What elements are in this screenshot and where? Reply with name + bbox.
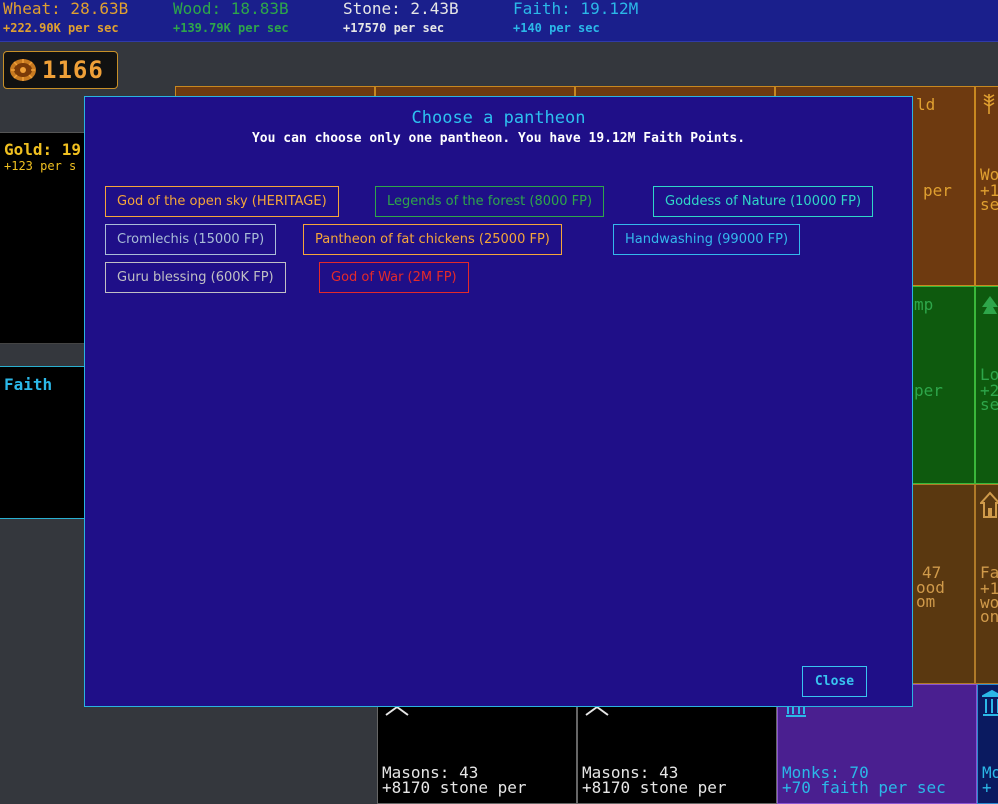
pantheon-option-war[interactable]: God of War (2M FP)	[319, 262, 469, 293]
building-card[interactable]: Fa +1 wo on	[975, 484, 998, 684]
resource-stone: Stone: 2.43B +17570 per sec	[343, 0, 459, 35]
resource-wood: Wood: 18.83B +139.79K per sec	[173, 0, 289, 35]
pantheon-option-nature[interactable]: Goddess of Nature (10000 FP)	[653, 186, 874, 217]
card-text: se	[980, 395, 998, 414]
coin-count: 1166	[42, 56, 104, 84]
pantheon-option-open-sky[interactable]: God of the open sky (HERITAGE)	[105, 186, 339, 217]
building-card-temple[interactable]: Mo +	[977, 684, 998, 804]
card-text: mp	[914, 295, 934, 314]
resource-name: Wood: 18.83B	[173, 0, 289, 18]
dialog-title: Choose a pantheon	[411, 108, 586, 128]
resource-faith: Faith: 19.12M +140 per sec	[513, 0, 638, 35]
gold-rate: +123 per s	[4, 159, 77, 173]
wheat-icon	[983, 94, 995, 114]
resource-name: Faith: 19.12M	[513, 0, 639, 18]
temple-icon	[982, 689, 998, 716]
tree-icon	[982, 296, 998, 314]
coin-counter[interactable]: 1166	[3, 51, 118, 89]
dialog-subtitle: You can choose only one pantheon. You ha…	[251, 131, 746, 146]
card-text: on	[980, 607, 998, 626]
card-text: om	[916, 592, 936, 611]
pantheon-option-cromlechis[interactable]: Cromlechis (15000 FP)	[105, 224, 277, 255]
card-text: per	[914, 381, 943, 400]
gold-title: Gold: 19	[4, 140, 82, 159]
close-button[interactable]: Close	[802, 666, 867, 697]
building-card[interactable]: Wo +1 se	[975, 86, 998, 286]
card-text: ld	[916, 95, 936, 114]
building-card[interactable]: Lo +2 se	[975, 286, 998, 484]
house-icon	[980, 491, 998, 518]
resource-rate: +139.79K per sec	[173, 21, 289, 35]
faith-title: Faith	[4, 375, 53, 394]
resource-wheat: Wheat: 28.63B +222.90K per sec	[3, 0, 128, 35]
pantheon-option-fat-chickens[interactable]: Pantheon of fat chickens (25000 FP)	[303, 224, 562, 255]
resource-name: Stone: 2.43B	[343, 0, 459, 18]
resource-bar: Wheat: 28.63B +222.90K per sec Wood: 18.…	[0, 0, 998, 42]
resource-name: Wheat: 28.63B	[3, 0, 129, 18]
pantheon-option-handwashing[interactable]: Handwashing (99000 FP)	[613, 224, 801, 255]
gold-panel: Gold: 19 +123 per s	[0, 132, 90, 344]
card-text: per	[923, 181, 952, 200]
pantheon-option-forest[interactable]: Legends of the forest (8000 FP)	[375, 186, 605, 217]
resource-rate: +17570 per sec	[343, 21, 445, 35]
pantheon-option-guru[interactable]: Guru blessing (600K FP)	[105, 262, 286, 293]
pantheon-dialog: Choose a pantheon You can choose only on…	[84, 96, 913, 707]
resource-rate: +140 per sec	[513, 21, 600, 35]
coin-stack-icon	[10, 59, 36, 81]
resource-rate: +222.90K per sec	[3, 21, 119, 35]
faith-panel: Faith	[0, 366, 90, 519]
card-text: se	[980, 195, 998, 214]
